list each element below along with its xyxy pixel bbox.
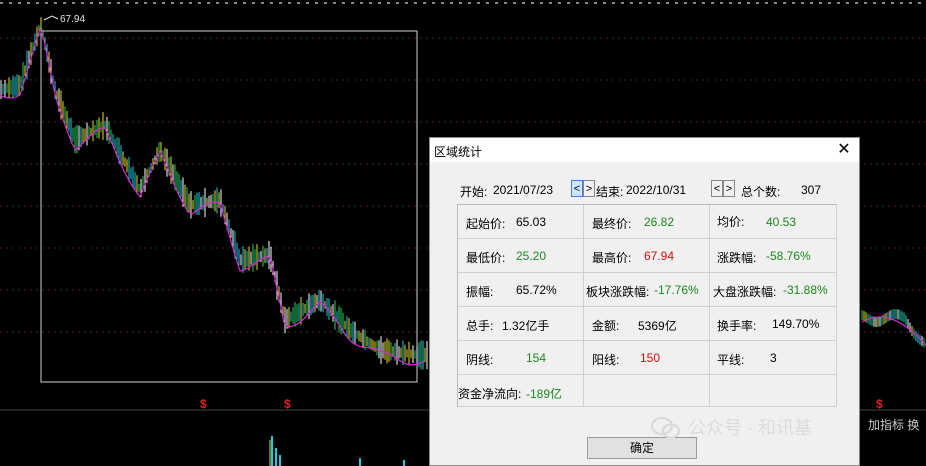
indicator-toolbar-text[interactable]: 加指标 换 [868,416,919,433]
high-price-value: 67.94 [644,249,675,263]
up-candles-value: 150 [640,351,661,365]
flat-candles-label: 平线: [717,353,745,367]
total-count-label: 总个数: [741,185,781,199]
down-candles-label: 阴线: [466,353,494,367]
avg-price-value: 40.53 [766,215,797,229]
ok-button[interactable]: 确定 [587,437,697,459]
start-label: 开始: [460,185,488,199]
sector-change-label: 板块涨跌幅: [586,285,650,299]
dialog-title: 区域统计 [434,145,483,159]
change-value: -58.76% [766,249,811,263]
turnover-label: 换手率: [717,319,757,333]
amplitude-label: 振幅: [466,285,494,299]
end-date: 2022/10/31 [626,183,687,197]
final-price-value: 26.82 [644,215,675,229]
start-date: 2021/07/23 [493,183,554,197]
net-flow-value: -189亿 [526,387,563,401]
sector-change-value: -17.76% [654,283,699,297]
event-marker[interactable]: $ [200,397,207,411]
down-candles-value: 154 [526,351,547,365]
event-marker[interactable]: $ [284,397,291,411]
turnover-value: 149.70% [772,317,820,331]
total-count-value: 307 [801,183,822,197]
wechat-icon [651,417,680,439]
high-price-label: 最高价: [592,251,632,265]
watermark-text: 公众号 · 和讯基 [688,418,812,438]
low-price-label: 最低价: [466,251,506,265]
start-price-label: 起始价: [466,217,506,231]
close-icon[interactable]: ✕ [835,141,853,159]
amplitude-value: 65.72% [516,283,557,297]
final-price-label: 最终价: [592,217,632,231]
avg-price-label: 均价: [717,215,745,229]
change-label: 涨跌幅: [717,251,757,265]
end-label: 结束: [596,185,624,199]
end-next-button[interactable]: > [723,180,735,197]
low-price-value: 25.20 [516,249,547,263]
amount-value: 5369亿 [638,319,677,333]
total-hands-label: 总手: [466,319,494,333]
stats-grid: 起始价: 65.03 最终价: 26.82 均价: 40.53 最低价: 25.… [457,204,837,407]
market-change-value: -31.88% [783,283,828,297]
net-flow-label: 资金净流向: [458,387,522,401]
end-prev-button[interactable]: < [711,180,723,197]
dialog-title-bar[interactable]: 区域统计 ✕ [430,138,859,162]
start-prev-button[interactable]: < [571,180,583,197]
start-next-button[interactable]: > [583,180,595,197]
flat-candles-value: 3 [770,351,777,365]
event-marker[interactable]: $ [876,397,883,411]
start-price-value: 65.03 [516,215,547,229]
peak-price-label: 67.94 [60,14,86,25]
up-candles-label: 阳线: [592,353,620,367]
market-change-label: 大盘涨跌幅: [713,285,777,299]
total-hands-value: 1.32亿手 [502,319,550,333]
amount-label: 金额: [592,319,620,333]
